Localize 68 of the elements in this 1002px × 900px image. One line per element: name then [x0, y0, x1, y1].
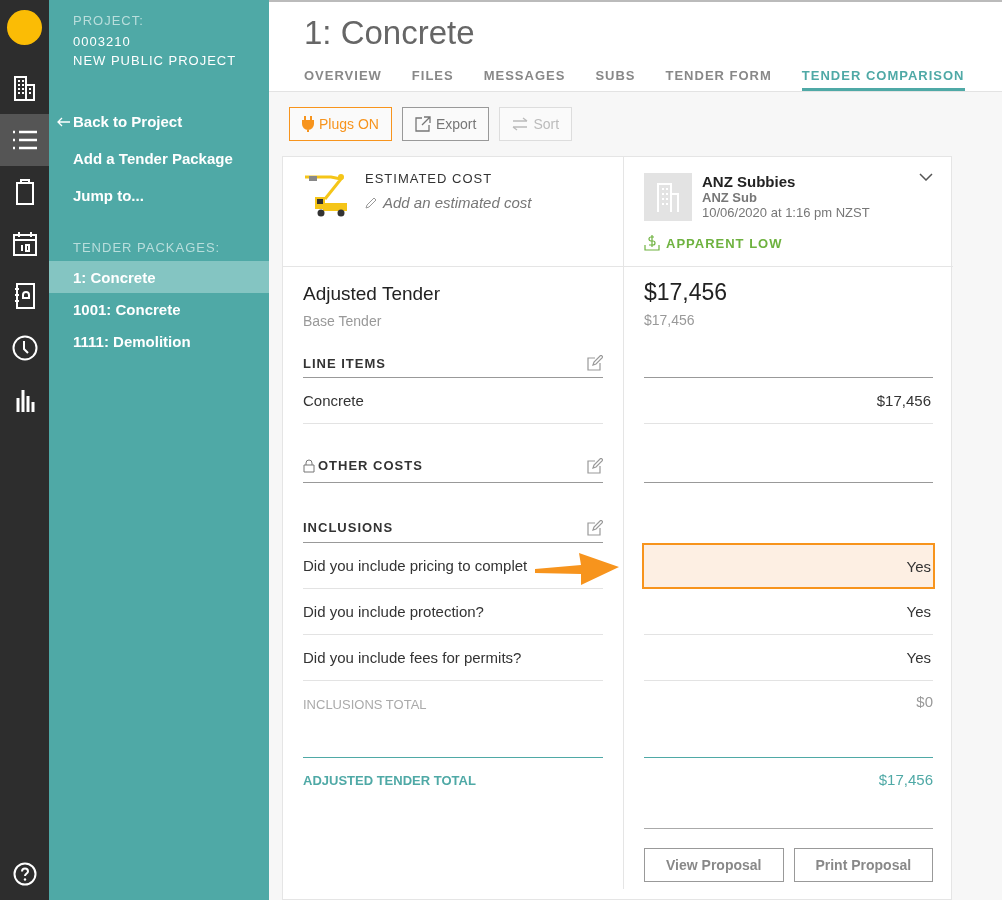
- calendar-icon: [12, 232, 37, 256]
- sidebar-link[interactable]: Back to Project: [49, 103, 269, 140]
- apparent-low-label: APPARENT LOW: [666, 235, 783, 251]
- inclusion-question: Did you include protection?: [303, 603, 484, 620]
- address-book-icon: [13, 283, 36, 309]
- tab[interactable]: TENDER FORM: [665, 68, 772, 91]
- package-item[interactable]: 1: Concrete: [49, 261, 269, 293]
- swap-arrows-icon: [512, 117, 529, 131]
- inclusion-question: Did you include fees for permits?: [303, 649, 522, 666]
- list-icon: [11, 130, 38, 150]
- inclusion-answer: Yes: [906, 557, 931, 575]
- packages-label: TENDER PACKAGES:: [72, 240, 222, 255]
- bidder-name: ANZ Subbies: [702, 173, 797, 190]
- sidebar-link[interactable]: Jump to...: [49, 177, 269, 214]
- proposal-button[interactable]: View Proposal: [644, 848, 784, 882]
- nav-button[interactable]: [0, 114, 49, 166]
- line-item-value: $17,456: [876, 392, 931, 409]
- section-heading: LINE ITEMS: [303, 355, 386, 371]
- project-name: NEW PUBLIC PROJECT: [72, 53, 238, 68]
- base-tender-label: Base Tender: [303, 313, 383, 329]
- sidebar-link[interactable]: Add a Tender Package: [49, 140, 269, 177]
- edit-icon[interactable]: [587, 355, 603, 371]
- bid-date: 10/06/2020 at 1:16 pm NZST: [702, 205, 871, 220]
- tab[interactable]: TENDER COMPARISON: [801, 68, 965, 91]
- line-item-label: Concrete: [303, 392, 364, 409]
- adjusted-tender-value: $17,456: [644, 279, 729, 306]
- tab[interactable]: OVERVIEW: [304, 68, 382, 91]
- section-heading: INCLUSIONS: [303, 520, 394, 535]
- pencil-icon: [365, 196, 377, 209]
- building-icon: [657, 182, 679, 212]
- bar-chart-icon: [14, 388, 35, 412]
- chevron-down-icon[interactable]: [919, 173, 933, 181]
- package-item[interactable]: 1001: Concrete: [49, 293, 269, 325]
- lock-icon: [303, 458, 315, 473]
- tab[interactable]: FILES: [411, 68, 454, 91]
- inclusions-total-label: INCLUSIONS TOTAL: [303, 697, 427, 712]
- dollar-tray-icon: [644, 235, 660, 251]
- adjusted-total-label: ADJUSTED TENDER TOTAL: [303, 773, 477, 788]
- tab[interactable]: SUBS: [595, 68, 636, 91]
- inclusions-total-value: $0: [916, 693, 933, 710]
- project-number: 0003210: [72, 34, 132, 49]
- estimated-cost-label: ESTIMATED COST: [365, 171, 494, 186]
- edit-icon[interactable]: [587, 519, 603, 536]
- base-tender-value: $17,456: [644, 312, 696, 328]
- tab[interactable]: MESSAGES: [483, 68, 566, 91]
- user-avatar[interactable]: [7, 10, 42, 45]
- help-icon[interactable]: [12, 862, 37, 886]
- package-item[interactable]: 1111: Demolition: [49, 325, 269, 357]
- clipboard-icon: [14, 179, 35, 205]
- proposal-button[interactable]: Print Proposal: [793, 848, 933, 882]
- section-heading: OTHER COSTS: [303, 458, 423, 473]
- clock-icon: [11, 335, 38, 361]
- plug-icon: [302, 116, 314, 132]
- building-icon: [12, 75, 37, 101]
- plugs-button[interactable]: Plugs ON: [289, 107, 392, 141]
- inclusion-answer: Yes: [906, 603, 931, 620]
- inclusion-answer: Yes: [906, 649, 931, 666]
- adjusted-tender-label: Adjusted Tender: [303, 283, 441, 305]
- adjusted-total-value: $17,456: [878, 771, 933, 788]
- page-title: 1: Concrete: [304, 14, 476, 52]
- bidder-company: ANZ Sub: [702, 190, 758, 205]
- inclusion-question: Did you include pricing to complet: [303, 557, 528, 574]
- estimated-cost-field[interactable]: Add an estimated cost: [383, 194, 532, 211]
- project-label: PROJECT:: [72, 13, 145, 28]
- export-button[interactable]: Export: [401, 107, 490, 141]
- export-icon: [414, 116, 431, 132]
- back-arrow-icon: [57, 116, 71, 127]
- edit-icon[interactable]: [587, 457, 603, 474]
